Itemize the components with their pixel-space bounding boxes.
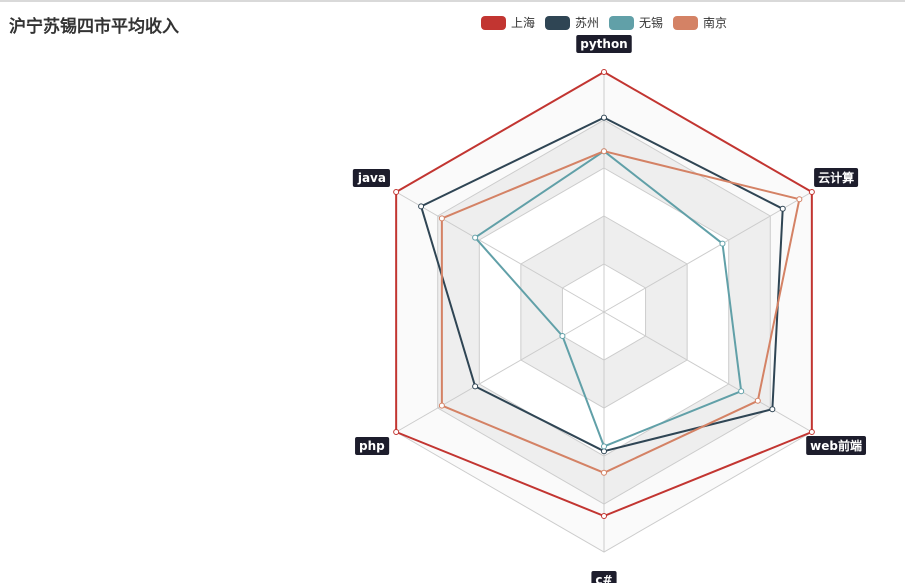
data-point bbox=[601, 443, 607, 450]
data-point bbox=[601, 69, 607, 75]
data-point bbox=[472, 234, 479, 241]
data-point bbox=[601, 114, 607, 121]
indicator-label: web前端 bbox=[806, 436, 867, 455]
indicator-text: c# bbox=[595, 573, 612, 583]
indicator-text: 云计算 bbox=[818, 170, 854, 185]
data-point bbox=[808, 429, 815, 435]
data-point bbox=[601, 148, 607, 155]
indicator-label: java bbox=[352, 169, 390, 187]
indicator-label: php bbox=[355, 437, 390, 455]
data-point bbox=[796, 196, 803, 203]
data-point bbox=[438, 215, 445, 222]
data-point bbox=[559, 333, 566, 339]
indicator-label: python bbox=[576, 35, 632, 53]
indicator-text: python bbox=[580, 37, 627, 51]
data-point bbox=[754, 397, 761, 404]
data-point bbox=[472, 383, 479, 390]
indicator-text: web前端 bbox=[810, 438, 862, 453]
radar-chart: python 云计算 web前端 c# php java bbox=[352, 35, 867, 583]
data-point bbox=[779, 205, 786, 212]
data-point bbox=[769, 406, 776, 413]
indicator-text: java bbox=[357, 171, 386, 185]
data-point bbox=[393, 429, 400, 435]
indicator-text: php bbox=[359, 439, 385, 453]
data-point bbox=[438, 402, 445, 409]
data-point bbox=[808, 189, 815, 195]
data-point bbox=[601, 513, 607, 519]
indicator-label: 云计算 bbox=[814, 168, 859, 187]
indicator-label: c# bbox=[591, 571, 617, 583]
data-point bbox=[418, 203, 425, 210]
data-point bbox=[393, 189, 400, 195]
data-point bbox=[601, 448, 607, 455]
data-point bbox=[601, 469, 607, 476]
data-point bbox=[738, 388, 745, 395]
data-point bbox=[719, 240, 726, 247]
